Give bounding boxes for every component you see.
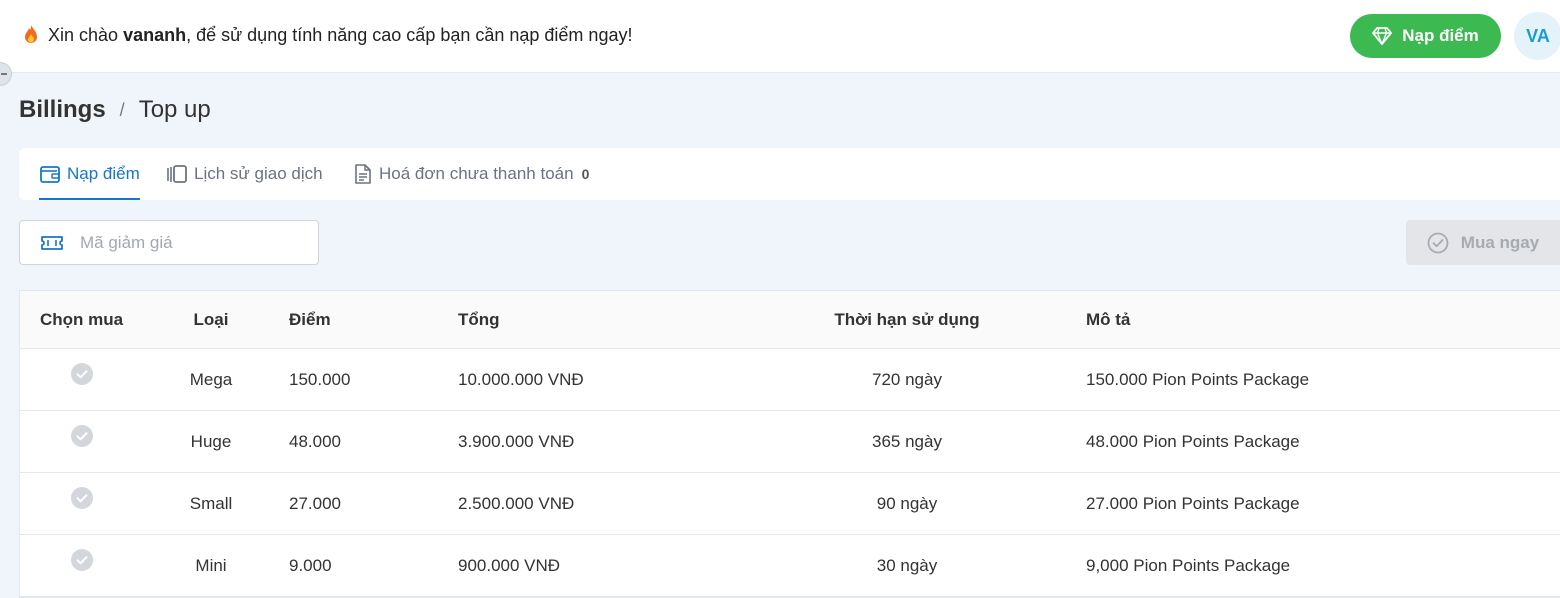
buy-now-label: Mua ngay	[1460, 232, 1540, 252]
cell-points: 27.000	[289, 494, 341, 513]
table-row[interactable]: Small 27.000 2.500.000 VNĐ 90 ngày 27.00…	[20, 473, 1560, 535]
tabs-bar: Nạp điểm Lịch sử giao dịch Hoá đơn chưa …	[19, 148, 1560, 200]
table-row[interactable]: Mini 9.000 900.000 VNĐ 30 ngày 9,000 Pio…	[20, 535, 1560, 597]
check-icon	[76, 494, 88, 503]
check-icon	[76, 370, 88, 379]
history-icon	[167, 165, 187, 183]
table-row[interactable]: Mega 150.000 10.000.000 VNĐ 720 ngày 150…	[20, 349, 1560, 411]
greeting-prefix: Xin chào	[48, 24, 124, 45]
cell-total: 10.000.000 VNĐ	[458, 370, 584, 389]
coupon-field[interactable]	[19, 220, 319, 265]
cell-total: 3.900.000 VNĐ	[458, 432, 575, 451]
topup-button-label: Nạp điểm	[1402, 26, 1479, 45]
cell-description: 150.000 Pion Points Package	[1086, 370, 1310, 389]
cell-type: Small	[189, 494, 233, 513]
breadcrumb: Billings / Top up	[19, 96, 211, 124]
tab-transaction-history[interactable]: Lịch sử giao dịch	[166, 148, 323, 200]
tab-unpaid-invoices-label: Hoá đơn chưa thanh toán	[379, 164, 574, 183]
cell-duration: 90 ngày	[876, 494, 938, 513]
column-header-select: Chọn mua	[40, 310, 124, 329]
ticket-icon	[41, 235, 63, 250]
wallet-icon	[40, 166, 60, 183]
unpaid-invoices-count: 0	[581, 166, 590, 182]
select-radio[interactable]	[71, 425, 93, 447]
cell-total: 900.000 VNĐ	[458, 556, 561, 575]
coupon-input[interactable]	[80, 232, 300, 253]
greeting-suffix: , để sử dụng tính năng cao cấp bạn cần n…	[186, 24, 633, 45]
flame-icon	[25, 25, 37, 43]
table-row[interactable]: Huge 48.000 3.900.000 VNĐ 365 ngày 48.00…	[20, 411, 1560, 473]
table-header: Chọn mua Loại Điểm Tổng Thời hạn sử dụng…	[20, 291, 1560, 349]
avatar[interactable]: VA	[1514, 12, 1560, 60]
select-radio[interactable]	[71, 549, 93, 571]
tab-transaction-history-label: Lịch sử giao dịch	[194, 164, 323, 183]
column-header-description: Mô tả	[1086, 310, 1131, 329]
breadcrumb-current: Top up	[138, 96, 211, 123]
tab-top-up[interactable]: Nạp điểm	[39, 148, 140, 200]
select-radio[interactable]	[71, 487, 93, 509]
select-radio[interactable]	[71, 363, 93, 385]
greeting: Xin chào vananh, để sử dụng tính năng ca…	[22, 24, 632, 46]
cell-points: 48.000	[289, 432, 341, 451]
tab-unpaid-invoices[interactable]: Hoá đơn chưa thanh toán 0	[353, 148, 589, 200]
cell-type: Mini	[195, 556, 227, 575]
cell-points: 150.000	[289, 370, 351, 389]
breadcrumb-separator: /	[119, 99, 125, 120]
cell-total: 2.500.000 VNĐ	[458, 494, 575, 513]
breadcrumb-root[interactable]: Billings	[19, 96, 106, 124]
buy-now-button[interactable]: Mua ngay	[1406, 220, 1560, 265]
cell-description: 48.000 Pion Points Package	[1086, 432, 1300, 451]
cell-type: Huge	[190, 432, 232, 451]
invoice-icon	[355, 164, 371, 184]
packages-table: Chọn mua Loại Điểm Tổng Thời hạn sử dụng…	[19, 290, 1560, 598]
active-tab-indicator	[39, 198, 140, 200]
cell-duration: 720 ngày	[872, 370, 942, 389]
cell-description: 9,000 Pion Points Package	[1086, 556, 1291, 575]
check-icon	[76, 432, 88, 441]
cell-type: Mega	[189, 370, 233, 389]
check-circle-icon	[1427, 232, 1449, 253]
column-header-duration: Thời hạn sử dụng	[834, 310, 980, 329]
check-icon	[76, 556, 88, 565]
username: vananh	[123, 24, 187, 45]
tab-top-up-label: Nạp điểm	[67, 164, 140, 183]
column-header-points: Điểm	[289, 310, 331, 329]
cell-points: 9.000	[289, 556, 332, 575]
top-bar: Xin chào vananh, để sử dụng tính năng ca…	[0, 0, 1560, 73]
topup-button[interactable]: Nạp điểm	[1350, 14, 1501, 58]
diamond-icon	[1372, 27, 1393, 45]
cell-description: 27.000 Pion Points Package	[1086, 494, 1300, 513]
column-header-type: Loại	[193, 310, 229, 329]
column-header-total: Tổng	[458, 310, 500, 329]
cell-duration: 30 ngày	[876, 556, 938, 575]
cell-duration: 365 ngày	[872, 432, 942, 451]
